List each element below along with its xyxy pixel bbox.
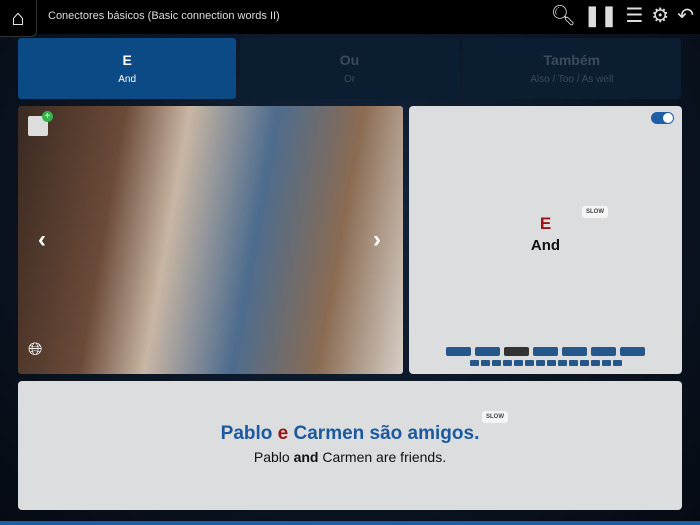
tab-word: Ou [339,52,360,68]
sentence-english: Pablo and Carmen are friends. [18,449,682,465]
lesson-photo: + ‹ › 🌐︎ [18,106,403,374]
progress-step[interactable] [602,360,611,366]
progress-step[interactable] [613,360,622,366]
progress-segment[interactable] [446,347,471,356]
tab-translation: Or [343,74,356,85]
progress-step[interactable] [525,360,534,366]
add-flashcard-icon[interactable]: + [28,111,53,136]
pt-text: Pablo [220,423,278,444]
progress-segment[interactable] [475,347,500,356]
progress-step[interactable] [503,360,512,366]
pt-highlight: e [277,423,289,444]
en-text: Pablo [253,449,294,465]
example-sentence: SLOW Pablo e Carmen são amigos. Pablo an… [18,381,682,510]
en-text: Carmen are friends. [318,449,447,465]
progress-step[interactable] [569,360,578,366]
progress-small [470,360,622,366]
progress-step[interactable] [591,360,600,366]
slow-audio-button[interactable]: SLOW [582,206,608,218]
toggle-switch[interactable] [651,112,674,124]
slow-audio-button[interactable]: SLOW [482,411,508,423]
back-arrow-icon[interactable]: ↶ [677,5,694,27]
search-text-icon[interactable]: 🔍︎ [550,5,575,27]
previous-arrow-icon[interactable]: ‹ [38,226,46,254]
progress-segment[interactable] [620,347,645,356]
top-bar: Conectores básicos (Basic connection wor… [0,0,700,34]
bottom-bar [0,521,700,525]
progress-segment[interactable] [504,347,529,356]
card-translation: And [530,237,561,254]
progress-segment[interactable] [562,347,587,356]
word-card: E And SLOW [409,106,682,374]
word-tabs: E And Ou Or Também Also / Too / As well [18,38,681,99]
progress-segment[interactable] [533,347,558,356]
tab-ou[interactable]: Ou Or [240,38,459,99]
globe-icon[interactable]: 🌐︎ [28,339,42,360]
tab-word: E [122,52,132,68]
progress-large [446,347,645,356]
en-highlight: and [293,449,319,465]
progress-step[interactable] [558,360,567,366]
progress-step[interactable] [580,360,589,366]
progress-step[interactable] [492,360,501,366]
tab-translation: Also / Too / As well [530,74,614,85]
menu-icon[interactable]: ☰ [625,5,643,27]
progress-step[interactable] [481,360,490,366]
pt-text: Carmen são amigos. [288,423,480,444]
tab-translation: And [118,74,137,85]
home-icon: ⌂ [11,5,25,30]
lesson-title: Conectores básicos (Basic connection wor… [48,10,280,22]
settings-gear-icon[interactable]: ⚙ [651,5,669,27]
pause-icon[interactable]: ❚❚ [584,5,618,27]
card-word: E [539,214,552,233]
tab-tambem[interactable]: Também Also / Too / As well [462,38,681,99]
progress-step[interactable] [514,360,523,366]
progress-step[interactable] [536,360,545,366]
progress-segment[interactable] [591,347,616,356]
progress-step[interactable] [547,360,556,366]
progress-step[interactable] [470,360,479,366]
tab-word: Também [543,52,601,68]
next-arrow-icon[interactable]: › [373,226,381,254]
sentence-portuguese: Pablo e Carmen são amigos. [18,423,682,445]
home-button[interactable]: ⌂ [0,0,37,37]
tab-e[interactable]: E And [18,38,237,99]
